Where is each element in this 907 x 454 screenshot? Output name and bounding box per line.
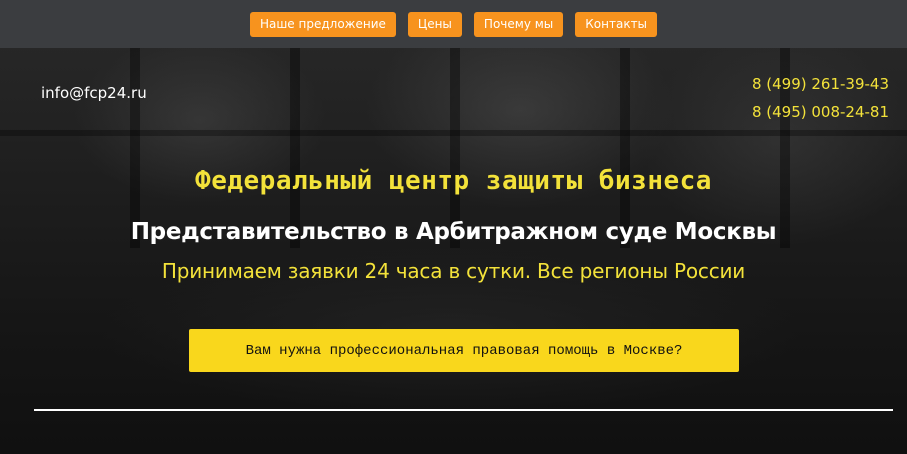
cta-button[interactable]: Вам нужна профессиональная правовая помо… (189, 329, 739, 372)
phone-link-2[interactable]: 8 (495) 008-24-81 (752, 98, 889, 126)
phone-list: 8 (499) 261-39-43 8 (495) 008-24-81 (752, 70, 889, 126)
top-navbar: Наше предложение Цены Почему мы Контакты (0, 0, 907, 48)
divider-line (34, 409, 893, 411)
nav-contacts-button[interactable]: Контакты (575, 11, 658, 37)
email-link[interactable]: info@fcp24.ru (41, 84, 147, 102)
phone-link-1[interactable]: 8 (499) 261-39-43 (752, 70, 889, 98)
nav-why-us-button[interactable]: Почему мы (473, 11, 564, 37)
hero-title: Федеральный центр защиты бизнеса (195, 166, 712, 196)
hero-subtitle: Представительство в Арбитражном суде Мос… (130, 219, 777, 245)
nav-offer-button[interactable]: Наше предложение (249, 11, 396, 37)
hero-note: Принимаем заявки 24 часа в сутки. Все ре… (161, 259, 746, 283)
nav-prices-button[interactable]: Цены (407, 11, 462, 37)
